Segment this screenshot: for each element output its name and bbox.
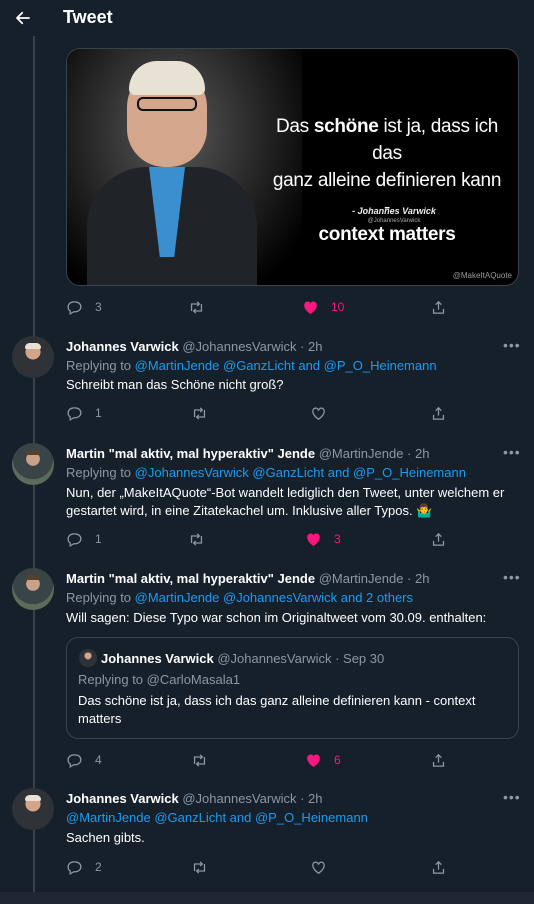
retweet-button[interactable] (191, 750, 208, 770)
quote-author: - Johannes Varwick (352, 206, 436, 216)
embedded-quote-tweet[interactable]: Johannes Varwick @JohannesVarwick · Sep … (66, 637, 519, 739)
author-name[interactable]: Johannes Varwick (66, 791, 179, 806)
reply-icon (67, 860, 82, 875)
retweet-button[interactable] (188, 529, 205, 549)
like-button[interactable] (310, 403, 327, 423)
reply-icon (67, 532, 82, 547)
avatar[interactable] (12, 336, 54, 378)
embed-replying-to: Replying to @CarloMasala1 (78, 672, 241, 687)
tweet-text: Will sagen: Diese Typo war schon im Orig… (66, 610, 487, 625)
like-button[interactable]: 10 (302, 297, 344, 317)
retweet-icon (193, 753, 206, 767)
reply-button[interactable]: 2 (66, 857, 102, 877)
tweet-header: Johannes Varwick @JohannesVarwick · 2h (66, 339, 322, 354)
more-icon[interactable]: ••• (503, 569, 521, 585)
embed-header: Johannes Varwick @JohannesVarwick · Sep … (101, 651, 385, 666)
share-icon (432, 860, 445, 874)
retweet-icon (190, 532, 203, 546)
retweet-icon (190, 300, 203, 314)
reply-mentions[interactable]: @MartinJende @JohannesVarwick and 2 othe… (135, 590, 413, 605)
author-name[interactable]: Martin "mal aktiv, mal hyperaktiv" Jende (66, 446, 315, 461)
author-meta: @MartinJende · 2h (315, 571, 430, 586)
retweet-icon (193, 406, 206, 420)
back-arrow-icon (16, 11, 30, 25)
like-icon (307, 754, 320, 767)
tweet-text: Nun, der „MakeItAQuote“-Bot wandelt ledi… (66, 485, 505, 518)
back-button[interactable] (12, 7, 34, 29)
tweet-text: Sachen gibts. (66, 830, 145, 845)
share-icon (432, 406, 445, 420)
reply-button[interactable]: 1 (66, 403, 102, 423)
embed-text: Das schöne ist ja, dass ich das ganz all… (78, 693, 476, 726)
share-icon (432, 753, 445, 767)
author-meta: @MartinJende · 2h (315, 446, 430, 461)
share-button[interactable] (430, 529, 447, 549)
like-button[interactable]: 3 (305, 529, 341, 549)
avatar[interactable] (12, 788, 54, 830)
reply-icon (67, 753, 82, 768)
top-bar: Tweet (0, 0, 534, 36)
share-button[interactable] (430, 403, 447, 423)
like-button[interactable] (310, 857, 327, 877)
like-icon (312, 407, 325, 420)
share-icon (432, 532, 445, 546)
quote-image[interactable]: Das schöne ist ja, dass ich das ganz all… (66, 48, 519, 286)
reply-mentions[interactable]: @MartinJende @GanzLicht and @P_O_Heinema… (135, 358, 437, 373)
share-button[interactable] (430, 750, 447, 770)
like-icon (307, 533, 320, 546)
tweet-text: Schreibt man das Schöne nicht groß? (66, 377, 284, 392)
tweet-header: Johannes Varwick @JohannesVarwick · 2h (66, 791, 322, 806)
author-meta: @JohannesVarwick · 2h (178, 339, 323, 354)
quote-text: Das schöne ist ja, dass ich das ganz all… (272, 116, 502, 245)
reply-icon (67, 406, 82, 421)
tweet-header: Martin "mal aktiv, mal hyperaktiv" Jende… (66, 446, 429, 461)
replying-to: Replying to @MartinJende @JohannesVarwic… (66, 590, 414, 605)
avatar[interactable] (12, 443, 54, 485)
more-icon[interactable]: ••• (503, 337, 521, 353)
replying-to: Replying to @JohannesVarwick @GanzLicht … (66, 465, 466, 480)
watermark: @MakeItAQuote (452, 271, 512, 280)
quote-author-handle: @JohannesVarwick (367, 218, 421, 224)
more-icon[interactable]: ••• (503, 789, 521, 805)
reply-button[interactable]: 1 (66, 529, 102, 549)
portrait-photo (67, 49, 302, 285)
more-icon[interactable]: ••• (503, 444, 521, 460)
reply-mentions[interactable]: @MartinJende @GanzLicht and @P_O_Heinema… (66, 810, 368, 825)
tweet-header: Martin "mal aktiv, mal hyperaktiv" Jende… (66, 571, 429, 586)
share-button[interactable] (430, 297, 447, 317)
like-icon (312, 861, 325, 874)
bottom-bar (0, 892, 534, 904)
like-icon (304, 301, 317, 314)
replying-to: Replying to @MartinJende @GanzLicht and … (66, 358, 437, 373)
reply-button[interactable]: 3 (66, 297, 102, 317)
reply-button[interactable]: 4 (66, 750, 102, 770)
like-button[interactable]: 6 (305, 750, 341, 770)
author-name[interactable]: Martin "mal aktiv, mal hyperaktiv" Jende (66, 571, 315, 586)
retweet-icon (193, 860, 206, 874)
author-meta: @JohannesVarwick · 2h (178, 791, 323, 806)
reply-mentions[interactable]: @JohannesVarwick @GanzLicht and @P_O_Hei… (135, 465, 466, 480)
replying-to: @MartinJende @GanzLicht and @P_O_Heinema… (66, 810, 368, 825)
retweet-button[interactable] (191, 403, 208, 423)
share-icon (432, 300, 445, 314)
page-title: Tweet (63, 7, 113, 27)
share-button[interactable] (430, 857, 447, 877)
retweet-button[interactable] (191, 857, 208, 877)
avatar[interactable] (12, 568, 54, 610)
embed-avatar (79, 649, 97, 667)
reply-icon (67, 300, 82, 315)
author-name[interactable]: Johannes Varwick (66, 339, 179, 354)
retweet-button[interactable] (188, 297, 217, 317)
